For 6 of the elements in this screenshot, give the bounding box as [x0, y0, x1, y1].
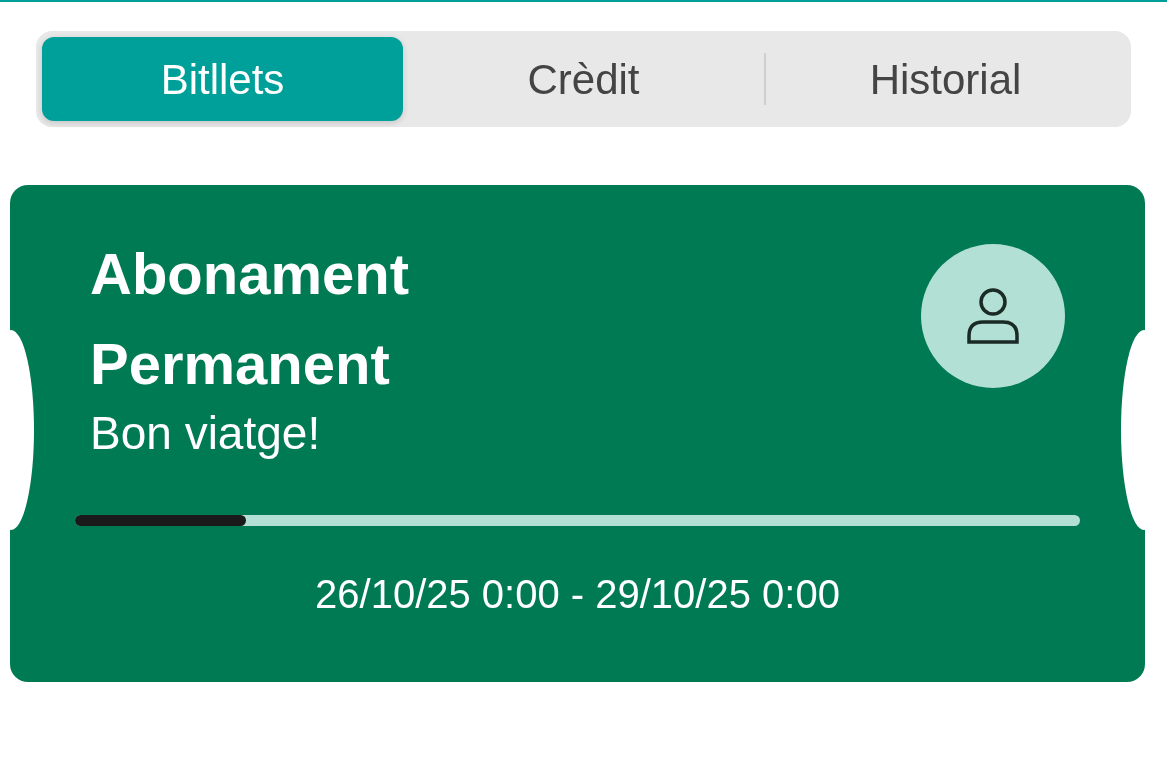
- user-icon: [965, 286, 1021, 346]
- tab[interactable]: Historial: [766, 37, 1125, 121]
- ticket-subtitle: Bon viatge!: [90, 406, 322, 461]
- validity-period: 26/10/25 0:00 - 29/10/25 0:00: [315, 571, 840, 618]
- ticket-title: Abonament Permanent: [90, 240, 410, 398]
- tab[interactable]: Crèdit: [403, 37, 764, 121]
